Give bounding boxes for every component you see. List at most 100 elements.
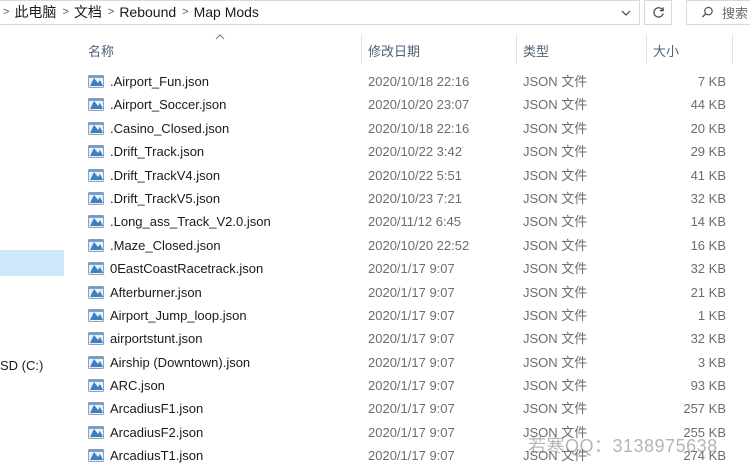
address-history-button[interactable] xyxy=(613,1,639,24)
file-name[interactable]: .Airport_Soccer.json xyxy=(110,93,226,116)
column-header-row: 名称 修改日期 类型 大小 xyxy=(66,30,750,66)
watermark: 若寒QQ：3138975638 xyxy=(528,436,718,456)
search-input[interactable]: 搜索 xyxy=(686,0,750,25)
file-type: JSON 文件 xyxy=(523,354,588,370)
file-modified-date: 2020/10/22 5:51 xyxy=(368,167,462,183)
json-file-icon xyxy=(88,121,104,135)
file-modified-date: 2020/1/17 9:07 xyxy=(368,354,455,370)
file-row[interactable]: .Casino_Closed.json 2020/10/18 22:16 JSO… xyxy=(66,117,750,140)
file-row[interactable]: .Drift_TrackV4.json 2020/10/22 5:51 JSON… xyxy=(66,164,750,187)
file-size: 44 KB xyxy=(690,97,726,113)
breadcrumb-rebound[interactable]: Rebound xyxy=(119,0,176,25)
file-type: JSON 文件 xyxy=(523,378,588,394)
file-row[interactable]: .Long_ass_Track_V2.0.json 2020/11/12 6:4… xyxy=(66,210,750,233)
file-type: JSON 文件 xyxy=(523,261,588,277)
file-row[interactable]: .Maze_Closed.json 2020/10/20 22:52 JSON … xyxy=(66,234,750,257)
file-name[interactable]: .Drift_Track.json xyxy=(110,140,204,163)
file-type: JSON 文件 xyxy=(523,120,588,136)
file-modified-date: 2020/11/12 6:45 xyxy=(368,214,462,230)
breadcrumb-separator-icon[interactable]: > xyxy=(182,0,188,25)
column-header-modified[interactable]: 修改日期 xyxy=(368,41,420,60)
file-size: 32 KB xyxy=(690,331,726,347)
file-size: 32 KB xyxy=(690,261,726,277)
column-divider[interactable] xyxy=(646,34,647,64)
column-header-size[interactable]: 大小 xyxy=(653,41,679,60)
file-row[interactable]: Afterburner.json 2020/1/17 9:07 JSON 文件 … xyxy=(66,281,750,304)
file-name[interactable]: .Long_ass_Track_V2.0.json xyxy=(110,210,271,233)
file-modified-date: 2020/10/23 7:21 xyxy=(368,190,462,206)
json-file-icon xyxy=(88,145,104,159)
file-name[interactable]: Airport_Jump_loop.json xyxy=(110,304,247,327)
breadcrumb-separator-icon[interactable]: > xyxy=(62,0,68,25)
file-name[interactable]: Airship (Downtown).json xyxy=(110,351,250,374)
file-row[interactable]: .Airport_Fun.json 2020/10/18 22:16 JSON … xyxy=(66,70,750,93)
file-modified-date: 2020/10/20 22:52 xyxy=(368,237,470,253)
file-modified-date: 2020/1/17 9:07 xyxy=(368,378,455,394)
json-file-icon xyxy=(88,308,104,322)
json-file-icon xyxy=(88,425,104,439)
file-row[interactable]: 0EastCoastRacetrack.json 2020/1/17 9:07 … xyxy=(66,257,750,280)
file-row[interactable]: ArcadiusF1.json 2020/1/17 9:07 JSON 文件 2… xyxy=(66,397,750,420)
file-name[interactable]: .Casino_Closed.json xyxy=(110,117,229,140)
json-file-icon xyxy=(88,238,104,252)
file-name[interactable]: .Drift_TrackV5.json xyxy=(110,187,220,210)
breadcrumb-separator-icon[interactable]: > xyxy=(108,0,114,25)
file-type: JSON 文件 xyxy=(523,307,588,323)
file-modified-date: 2020/1/17 9:07 xyxy=(368,307,455,323)
file-name[interactable]: Afterburner.json xyxy=(110,281,202,304)
column-divider[interactable] xyxy=(516,34,517,64)
json-file-icon xyxy=(88,262,104,276)
file-row[interactable]: .Drift_TrackV5.json 2020/10/23 7:21 JSON… xyxy=(66,187,750,210)
file-type: JSON 文件 xyxy=(523,74,588,89)
file-row[interactable]: Airship (Downtown).json 2020/1/17 9:07 J… xyxy=(66,351,750,374)
column-header-type[interactable]: 类型 xyxy=(523,41,549,60)
file-size: 16 KB xyxy=(690,237,726,253)
file-name[interactable]: airportstunt.json xyxy=(110,327,203,350)
file-modified-date: 2020/10/20 23:07 xyxy=(368,97,470,113)
file-type: JSON 文件 xyxy=(523,190,588,206)
file-type: JSON 文件 xyxy=(523,401,588,417)
refresh-button[interactable] xyxy=(644,0,672,25)
nav-item-drive-c[interactable]: SD (C:) xyxy=(0,358,43,373)
file-name[interactable]: ARC.json xyxy=(110,374,165,397)
file-modified-date: 2020/10/18 22:16 xyxy=(368,120,470,136)
file-size: 257 KB xyxy=(683,401,726,417)
file-row[interactable]: ARC.json 2020/1/17 9:07 JSON 文件 93 KB xyxy=(66,374,750,397)
breadcrumb-documents[interactable]: 文档 xyxy=(74,0,102,25)
file-size: 41 KB xyxy=(690,167,726,183)
file-name[interactable]: ArcadiusF1.json xyxy=(110,397,203,420)
breadcrumb-separator-icon[interactable]: > xyxy=(3,0,9,25)
file-type: JSON 文件 xyxy=(523,237,588,253)
file-type: JSON 文件 xyxy=(523,167,588,183)
file-row[interactable]: .Drift_Track.json 2020/10/22 3:42 JSON 文… xyxy=(66,140,750,163)
file-row[interactable]: .Airport_Soccer.json 2020/10/20 23:07 JS… xyxy=(66,93,750,116)
search-placeholder: 搜索 xyxy=(722,6,749,21)
address-bar[interactable]: > 此电脑 > 文档 > Rebound > Map Mods xyxy=(0,0,640,25)
column-divider[interactable] xyxy=(361,34,362,64)
file-modified-date: 2020/10/18 22:16 xyxy=(368,74,470,89)
breadcrumb-this-pc[interactable]: 此电脑 xyxy=(14,0,56,25)
file-size: 14 KB xyxy=(690,214,726,230)
file-name[interactable]: ArcadiusF2.json xyxy=(110,421,203,444)
file-type: JSON 文件 xyxy=(523,97,588,113)
file-type: JSON 文件 xyxy=(523,284,588,300)
breadcrumb-map-mods[interactable]: Map Mods xyxy=(194,0,259,25)
file-name[interactable]: .Drift_TrackV4.json xyxy=(110,164,220,187)
nav-item-selected[interactable] xyxy=(0,250,64,276)
file-name[interactable]: .Airport_Fun.json xyxy=(110,70,209,93)
column-divider[interactable] xyxy=(732,34,733,64)
column-header-name[interactable]: 名称 xyxy=(88,41,114,60)
file-size: 3 KB xyxy=(697,354,726,370)
file-size: 20 KB xyxy=(690,120,726,136)
file-row[interactable]: Airport_Jump_loop.json 2020/1/17 9:07 JS… xyxy=(66,304,750,327)
file-name[interactable]: .Maze_Closed.json xyxy=(110,234,221,257)
file-size: 93 KB xyxy=(690,378,726,394)
file-modified-date: 2020/10/22 3:42 xyxy=(368,144,462,160)
file-name[interactable]: ArcadiusT1.json xyxy=(110,444,203,467)
file-row[interactable]: airportstunt.json 2020/1/17 9:07 JSON 文件… xyxy=(66,327,750,350)
file-list: .Airport_Fun.json 2020/10/18 22:16 JSON … xyxy=(66,70,750,468)
file-name[interactable]: 0EastCoastRacetrack.json xyxy=(110,257,263,280)
json-file-icon xyxy=(88,75,104,88)
json-file-icon xyxy=(88,449,104,463)
json-file-icon xyxy=(88,285,104,299)
